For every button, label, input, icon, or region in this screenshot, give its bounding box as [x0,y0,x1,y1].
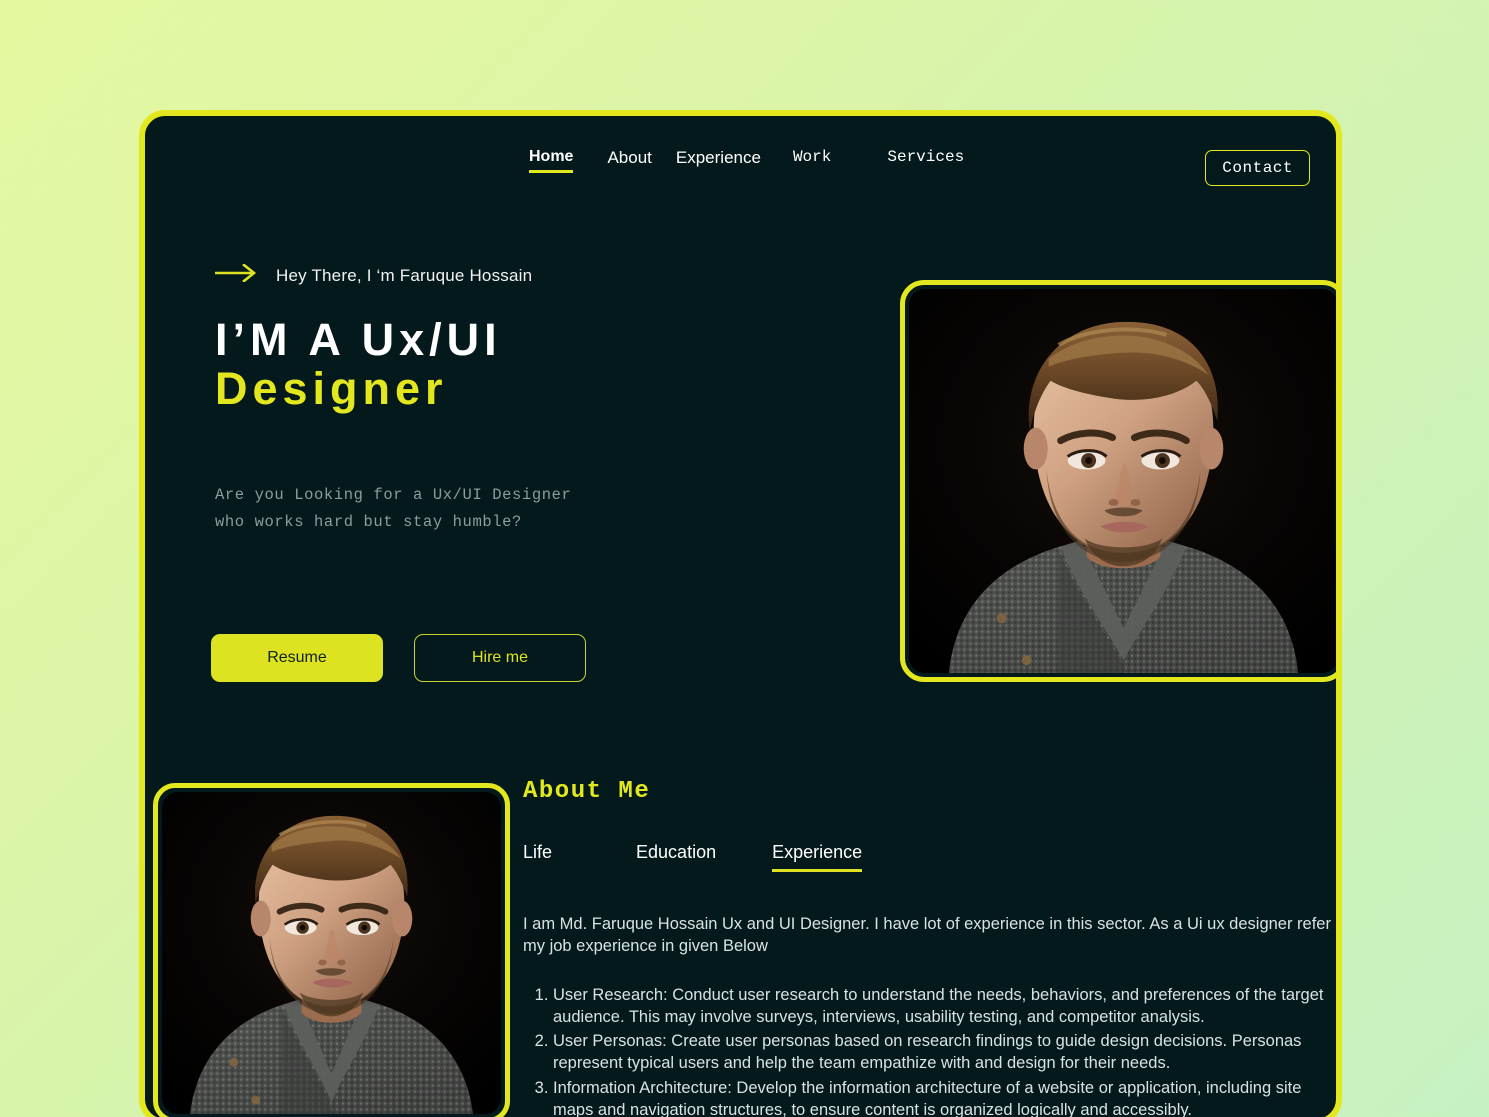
hero-title-line-1: I’M A Ux/UI [215,314,502,365]
top-navigation: Home About Experience Work Services Cont… [145,116,1336,206]
about-portrait-photo [162,792,501,1114]
list-item: User Research: Conduct user research to … [553,984,1333,1029]
tab-education[interactable]: Education [636,842,716,872]
hero-greeting-text: Hey There, I ‘m Faruque Hossain [276,265,533,285]
nav-item-about[interactable]: About [607,148,651,175]
hero-portrait-photo [909,289,1336,673]
about-photo-frame [153,783,510,1117]
hero-title: I’M A Ux/UI Designer [215,314,502,414]
about-section: About Me Life Education Experience I am … [523,778,1333,1117]
nav-links: Home About Experience Work Services [529,148,964,175]
nav-item-experience[interactable]: Experience [676,148,761,175]
about-tabs: Life Education Experience [523,842,1333,872]
nav-item-home[interactable]: Home [529,148,574,173]
tab-life[interactable]: Life [523,842,552,872]
hero-photo-frame [900,280,1336,682]
hero-greeting: Hey There, I ‘m Faruque Hossain [215,263,533,287]
hero-subtitle: Are you Looking for a Ux/UI Designer who… [215,486,572,531]
contact-button[interactable]: Contact [1205,150,1310,186]
nav-item-services[interactable]: Services [887,148,964,173]
list-item: Information Architecture: Develop the in… [553,1077,1333,1117]
page-card: Home About Experience Work Services Cont… [139,110,1342,1117]
resume-button[interactable]: Resume [211,634,383,682]
list-item: User Personas: Create user personas base… [553,1030,1333,1075]
hire-me-button[interactable]: Hire me [414,634,586,682]
about-experience-list: User Research: Conduct user research to … [523,984,1333,1117]
about-intro-text: I am Md. Faruque Hossain Ux and UI Desig… [523,915,1331,956]
about-heading: About Me [523,778,651,805]
tab-experience[interactable]: Experience [772,842,863,872]
nav-item-work[interactable]: Work [793,148,831,173]
arrow-right-icon [215,263,257,287]
hero-title-line-2: Designer [215,362,448,414]
hero-buttons: Resume Hire me [211,634,586,682]
